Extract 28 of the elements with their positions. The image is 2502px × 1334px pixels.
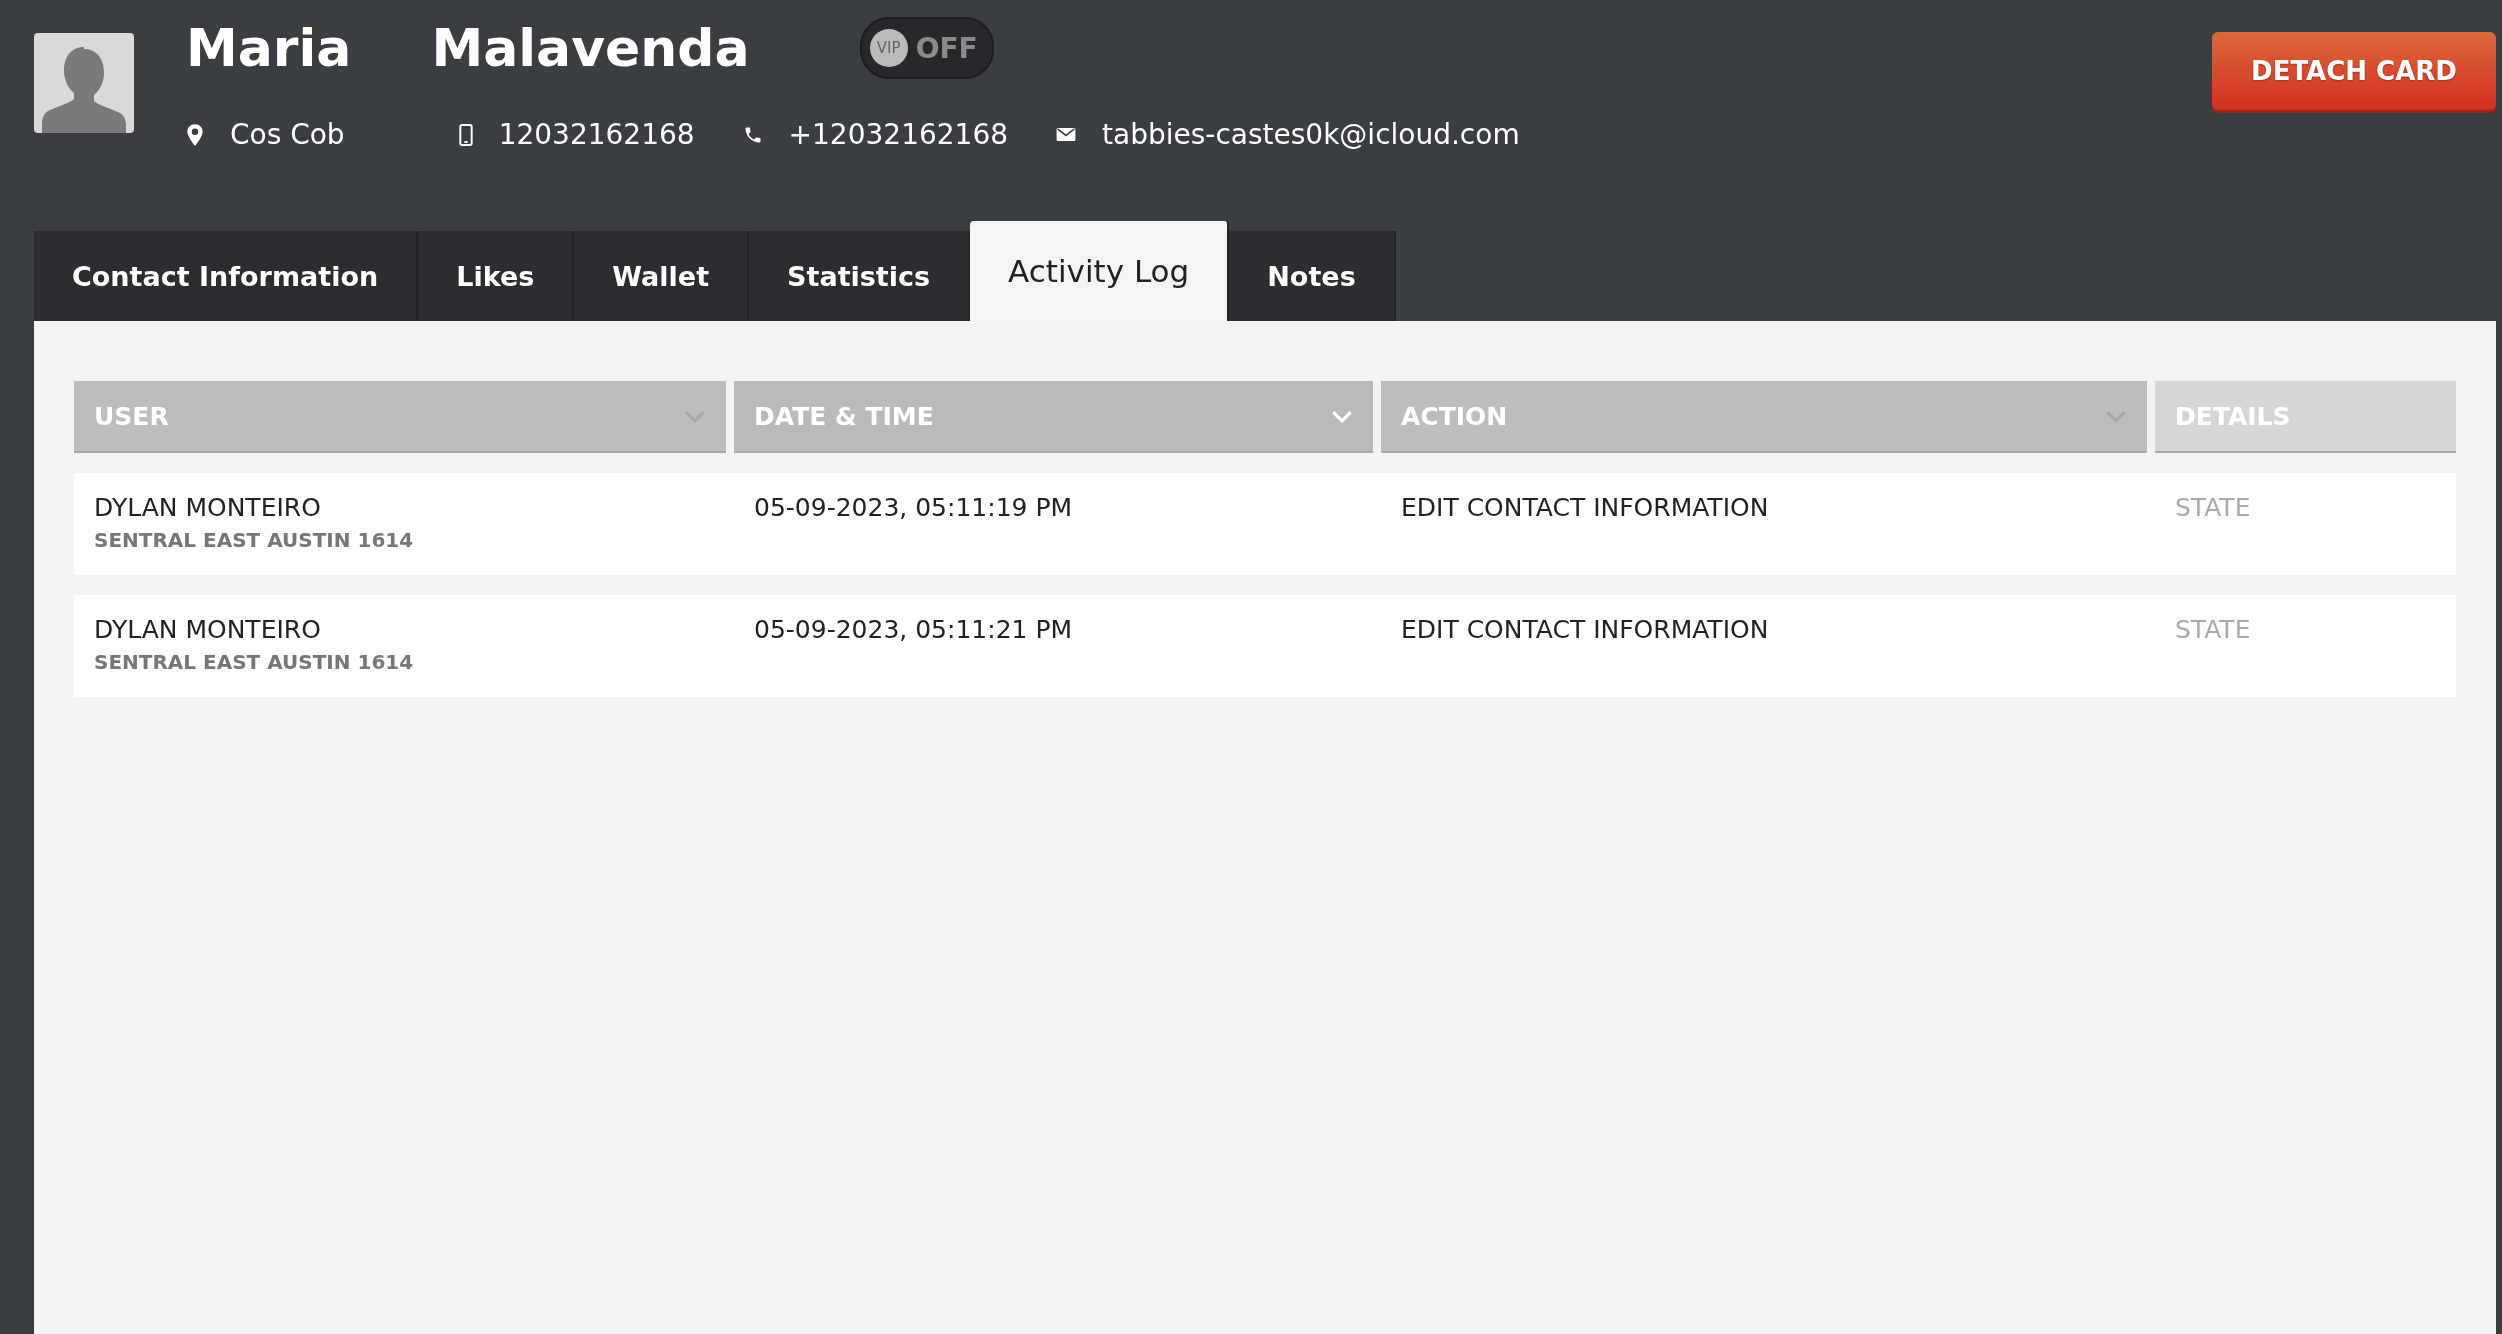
contact-mobile: 12032162168 <box>498 118 695 151</box>
action-text: EDIT CONTACT INFORMATION <box>1401 493 1769 522</box>
last-name: Malavenda <box>431 20 750 76</box>
date-time: 05-09-2023, 05:11:21 PM <box>754 615 1073 644</box>
vip-toggle[interactable]: VIP OFF <box>859 17 994 79</box>
first-name: Maria <box>186 20 352 76</box>
avatar-silhouette-icon <box>34 33 134 133</box>
location-pin-icon <box>186 122 204 147</box>
date-time: 05-09-2023, 05:11:19 PM <box>754 493 1073 522</box>
tab[interactable]: Notes <box>1229 231 1396 321</box>
tab[interactable]: Activity Log <box>970 221 1230 321</box>
mobile-phone-icon <box>458 122 473 147</box>
envelope-icon <box>1056 127 1076 142</box>
user-name: DYLAN MONTEIRO <box>94 615 322 644</box>
details-text: STATE <box>2175 493 2251 522</box>
tab[interactable]: Wallet <box>574 231 750 321</box>
user-name: DYLAN MONTEIRO <box>94 493 322 522</box>
contact-phone: +12032162168 <box>788 118 1008 151</box>
detach-card-button[interactable]: DETACH CARD <box>2212 32 2496 110</box>
tab[interactable]: Statistics <box>749 231 971 321</box>
user-location: SENTRAL EAST AUSTIN 1614 <box>94 528 415 552</box>
tab[interactable]: Contact Information <box>34 231 419 321</box>
action-text: EDIT CONTACT INFORMATION <box>1401 615 1769 644</box>
details-text: STATE <box>2175 615 2251 644</box>
contact-email: tabbies-castes0k@icloud.com <box>1102 118 1520 151</box>
user-location: SENTRAL EAST AUSTIN 1614 <box>94 650 415 674</box>
contact-location: Cos Cob <box>230 118 345 151</box>
tab[interactable]: Likes <box>418 231 575 321</box>
